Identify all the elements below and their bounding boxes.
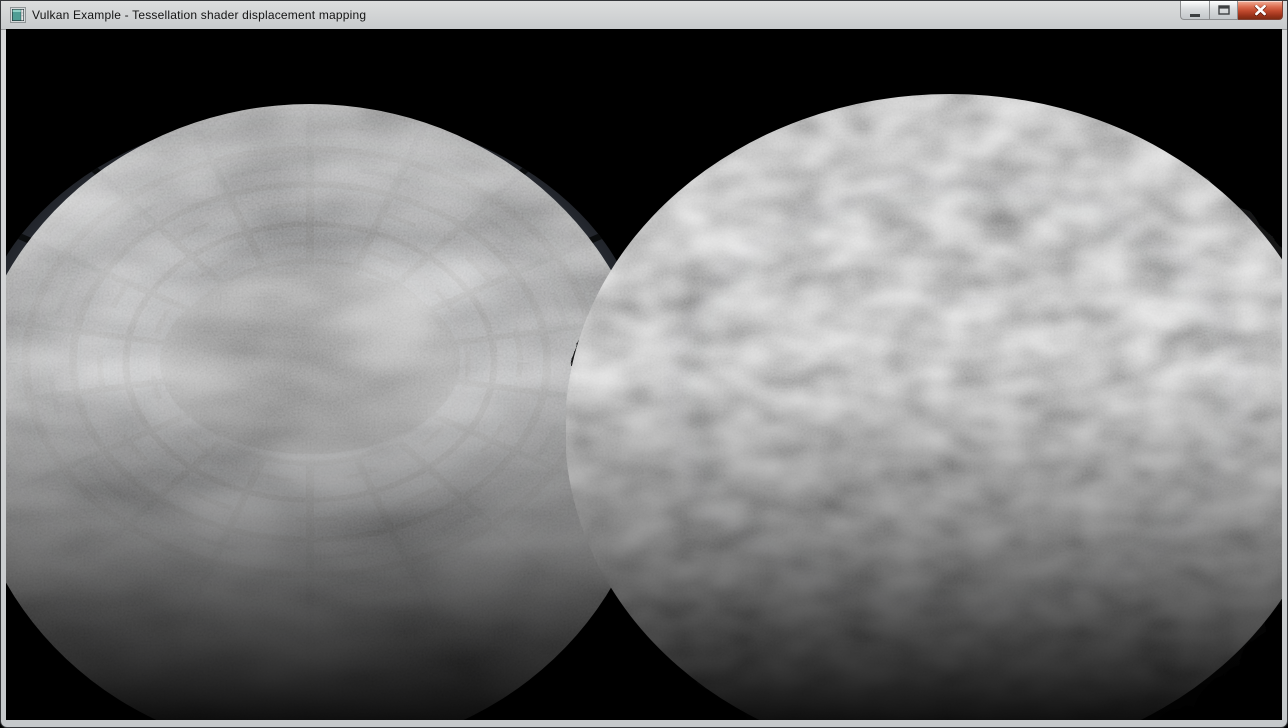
app-window: Vulkan Example - Tessellation shader dis… [0,0,1288,728]
app-icon [10,7,26,23]
bottom-vignette [6,29,1282,720]
close-button[interactable] [1238,1,1283,20]
minimize-button[interactable] [1180,1,1209,20]
maximize-button[interactable] [1209,1,1238,20]
maximize-icon [1218,5,1230,15]
window-controls [1180,1,1283,20]
minimize-icon [1189,7,1201,19]
titlebar[interactable]: Vulkan Example - Tessellation shader dis… [1,1,1287,30]
vulkan-scene [6,29,1282,720]
close-icon [1254,5,1267,16]
render-viewport[interactable] [6,29,1282,720]
window-title: Vulkan Example - Tessellation shader dis… [32,8,366,22]
